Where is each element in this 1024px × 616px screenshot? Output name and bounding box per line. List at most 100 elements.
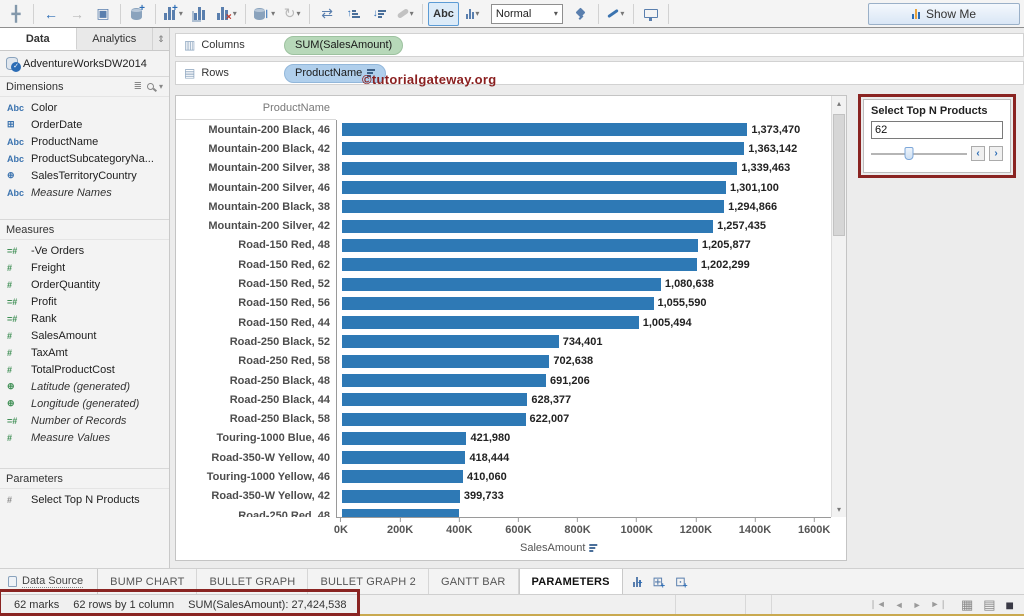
vertical-scrollbar[interactable]: ▴ ▾ (831, 96, 846, 517)
pane-toggle-icon[interactable]: ⇕ (153, 28, 169, 50)
show-filmstrip-icon[interactable]: ▤ (983, 597, 995, 613)
row-label[interactable]: Mountain-200 Silver, 46 (176, 182, 336, 194)
datasource-row[interactable]: AdventureWorksDW2014 (0, 51, 169, 76)
show-mark-labels-button[interactable]: Abc (428, 2, 459, 26)
bar-mark[interactable] (342, 432, 467, 445)
bar-mark[interactable] (342, 239, 698, 252)
field-salesterritorycountry[interactable]: ⊕SalesTerritoryCountry (0, 167, 169, 184)
bar-mark[interactable] (342, 181, 726, 194)
field-profit[interactable]: =#Profit (0, 293, 169, 310)
field-color[interactable]: AbcColor (0, 99, 169, 116)
previous-sheet-button[interactable]: ◄ (895, 600, 904, 610)
new-worksheet-tab-button[interactable]: + (633, 577, 643, 587)
scroll-up-icon[interactable]: ▴ (832, 96, 846, 111)
row-label[interactable]: Road-250 Red, 48 (176, 510, 336, 517)
field-measure-values[interactable]: #Measure Values (0, 429, 169, 446)
row-label[interactable]: Road-250 Black, 48 (176, 375, 336, 387)
fix-axes-button[interactable] (569, 2, 593, 26)
sheet-tab-bump-chart[interactable]: BUMP CHART (98, 569, 197, 594)
sheet-tab-parameters[interactable]: PARAMETERS (519, 569, 623, 594)
rows-shelf[interactable]: ▤ Rows ProductName (175, 61, 1024, 85)
bar-mark[interactable] (342, 490, 460, 503)
bar-mark[interactable] (342, 451, 466, 464)
row-label[interactable]: Mountain-200 Black, 38 (176, 201, 336, 213)
row-label[interactable]: Road-150 Red, 62 (176, 259, 336, 271)
bar-mark[interactable] (342, 470, 463, 483)
field-orderquantity[interactable]: #OrderQuantity (0, 276, 169, 293)
parameter-increment-button[interactable]: › (989, 146, 1003, 161)
clear-sheet-button[interactable]: ×▾ (214, 2, 240, 26)
undo-button[interactable]: ← (39, 2, 63, 26)
row-label[interactable]: Road-350-W Yellow, 40 (176, 452, 336, 464)
tab-data-source[interactable]: Data Source (0, 569, 98, 594)
swap-rows-columns-button[interactable]: ⇄ (315, 2, 339, 26)
active-view-icon[interactable]: ■ (1006, 597, 1014, 613)
fit-dropdown[interactable]: Normal▾ (491, 4, 563, 24)
run-update-button[interactable]: ↻▾ (280, 2, 304, 26)
pill-sum-salesamount[interactable]: SUM(SalesAmount) (284, 36, 403, 55)
scrollbar-thumb[interactable] (833, 114, 845, 236)
field-rank[interactable]: =#Rank (0, 310, 169, 327)
sort-ascending-button[interactable]: ↑ (341, 2, 365, 26)
show-me-button[interactable]: Show Me (868, 3, 1020, 25)
bar-mark[interactable] (342, 162, 737, 175)
row-label[interactable]: Road-150 Red, 44 (176, 317, 336, 329)
field-freight[interactable]: #Freight (0, 259, 169, 276)
columns-shelf[interactable]: ▥ Columns SUM(SalesAmount) (175, 33, 1024, 57)
bar-mark[interactable] (342, 123, 747, 136)
row-label[interactable]: Mountain-200 Black, 46 (176, 124, 336, 136)
bar-mark[interactable] (342, 278, 661, 291)
field-taxamt[interactable]: #TaxAmt (0, 344, 169, 361)
bar-mark[interactable] (342, 297, 654, 310)
bar-mark[interactable] (342, 509, 459, 517)
next-sheet-button[interactable]: ► (913, 600, 922, 610)
bar-mark[interactable] (342, 393, 527, 406)
first-sheet-button[interactable]: ❘◄ (869, 599, 885, 610)
new-story-tab-button[interactable]: ⊡+ (675, 574, 688, 590)
new-worksheet-button[interactable]: +▾ (161, 2, 186, 26)
scroll-down-icon[interactable]: ▾ (832, 502, 846, 517)
field-latitude-generated-[interactable]: ⊕Latitude (generated) (0, 378, 169, 395)
bar-mark[interactable] (342, 335, 559, 348)
fit-button[interactable]: ▾ (461, 2, 485, 26)
bar-mark[interactable] (342, 220, 713, 233)
new-dashboard-tab-button[interactable]: ⊞+ (652, 574, 665, 590)
row-label[interactable]: Mountain-200 Black, 42 (176, 143, 336, 155)
row-label[interactable]: Road-150 Red, 56 (176, 297, 336, 309)
search-icon[interactable] (147, 83, 154, 90)
add-data-source-button[interactable]: + (126, 2, 150, 26)
sheet-tab-bullet-graph[interactable]: BULLET GRAPH (197, 569, 308, 594)
field-orderdate[interactable]: ⊞OrderDate (0, 116, 169, 133)
parameter-slider[interactable] (871, 153, 967, 155)
field-number-of-records[interactable]: =#Number of Records (0, 412, 169, 429)
bar-mark[interactable] (342, 413, 526, 426)
row-label[interactable]: Mountain-200 Silver, 42 (176, 220, 336, 232)
highlight-button[interactable]: ▾ (393, 2, 417, 26)
presentation-mode-button[interactable] (639, 2, 663, 26)
sort-descending-button[interactable]: ↓ (367, 2, 391, 26)
sheet-tab-bullet-graph-2[interactable]: BULLET GRAPH 2 (308, 569, 429, 594)
annotate-button[interactable]: ▾ (604, 2, 628, 26)
bar-mark[interactable] (342, 355, 549, 368)
row-label[interactable]: Road-250 Black, 44 (176, 394, 336, 406)
view-data-icon[interactable]: ≣ (134, 81, 142, 92)
row-label[interactable]: Road-250 Black, 52 (176, 336, 336, 348)
field-longitude-generated-[interactable]: ⊕Longitude (generated) (0, 395, 169, 412)
sheet-tab-gantt-bar[interactable]: GANTT BAR (429, 569, 519, 594)
row-label[interactable]: Road-150 Red, 52 (176, 278, 336, 290)
redo-button[interactable]: → (65, 2, 89, 26)
field--ve-orders[interactable]: =#-Ve Orders (0, 242, 169, 259)
last-sheet-button[interactable]: ►❘ (930, 599, 946, 610)
bar-mark[interactable] (342, 258, 697, 271)
bar-mark[interactable] (342, 316, 639, 329)
row-label[interactable]: Mountain-200 Silver, 38 (176, 162, 336, 174)
row-label[interactable]: Road-350-W Yellow, 42 (176, 490, 336, 502)
bar-mark[interactable] (342, 142, 744, 155)
row-label[interactable]: Touring-1000 Blue, 46 (176, 432, 336, 444)
save-button[interactable]: ▣ (91, 2, 115, 26)
parameter-value-input[interactable] (871, 121, 1003, 139)
field-salesamount[interactable]: #SalesAmount (0, 327, 169, 344)
tab-data[interactable]: Data (0, 28, 77, 50)
pause-auto-updates-button[interactable]: ❘❘▾ (251, 2, 278, 26)
x-axis-title[interactable]: SalesAmount (520, 542, 597, 554)
